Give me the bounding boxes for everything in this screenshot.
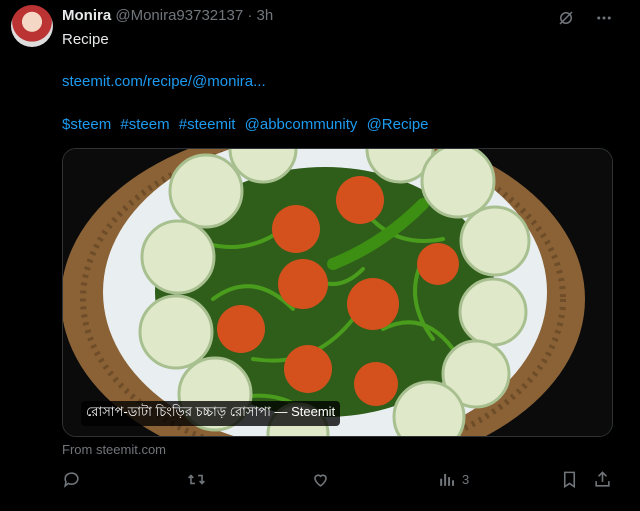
views-button[interactable]: 3 [437, 470, 469, 489]
hashtag-steemit[interactable]: #steemit [179, 116, 236, 133]
link-card[interactable]: রোসাপ-ডাটা চিংড়ির চচ্চাড় রোসাপা — Stee… [62, 148, 613, 437]
separator: · [247, 7, 253, 24]
like-button[interactable] [311, 470, 330, 489]
card-source[interactable]: From steemit.com [62, 442, 166, 457]
hashtag-steem[interactable]: #steem [120, 116, 169, 133]
avatar[interactable] [11, 5, 53, 47]
share-icon [595, 471, 610, 487]
mention-recipe[interactable]: @Recipe [367, 116, 429, 133]
post-link[interactable]: steemit.com/recipe/@monira... [62, 73, 266, 90]
author-name[interactable]: Monira [62, 7, 111, 24]
repost-button[interactable] [187, 470, 206, 489]
views-count: 3 [462, 472, 470, 487]
action-bar: 3 [62, 470, 622, 494]
views-icon [440, 473, 455, 486]
like-icon [314, 474, 327, 487]
post-header: Monira @Monira93732137 · 3h [62, 7, 273, 24]
bookmark-button[interactable] [560, 470, 579, 489]
hashtags: $steem #steem #steemit @abbcommunity @Re… [62, 116, 434, 133]
share-button[interactable] [593, 470, 612, 489]
bookmark-icon [563, 471, 576, 489]
grok-icon[interactable] [556, 8, 576, 28]
reply-button[interactable] [62, 470, 81, 489]
card-image [63, 149, 612, 436]
mention-abbcommunity[interactable]: @abbcommunity [245, 116, 358, 133]
post-time[interactable]: 3h [257, 7, 274, 24]
reply-icon [63, 472, 79, 488]
repost-icon [188, 474, 205, 485]
more-icon[interactable] [594, 8, 614, 28]
author-handle[interactable]: @Monira93732137 [115, 7, 243, 24]
post-text: Recipe [62, 31, 109, 48]
card-caption: রোসাপ-ডাটা চিংড়ির চচ্চাড় রোসাপা — Stee… [81, 401, 341, 426]
hashtag-steem-dollar[interactable]: $steem [62, 116, 111, 133]
